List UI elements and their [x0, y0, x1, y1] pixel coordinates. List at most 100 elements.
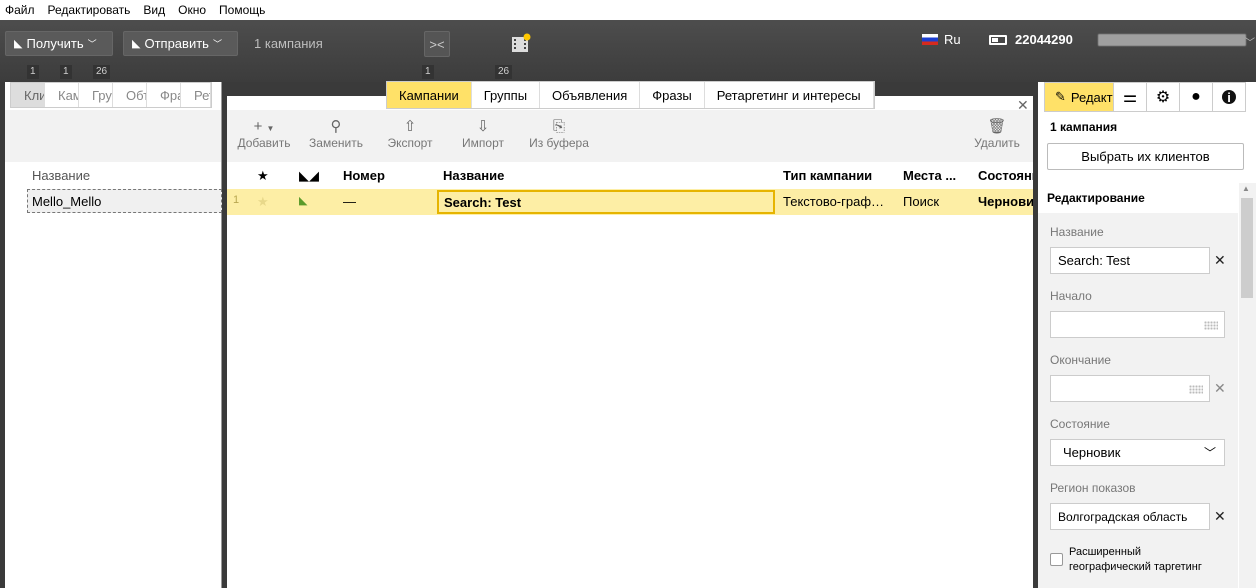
- row-name-cell[interactable]: Search: Test: [437, 190, 775, 214]
- tab-clients[interactable]: Клиенты: [11, 83, 45, 107]
- tab-groups[interactable]: Группы: [79, 83, 113, 107]
- column-number[interactable]: Номер: [343, 168, 385, 183]
- left-tabs: Клиенты Кампании Группы Объявления Фразы…: [10, 82, 212, 108]
- export-icon: ⇧: [403, 118, 417, 135]
- language-label: Ru: [944, 32, 961, 47]
- name-input[interactable]: Search: Test: [1050, 247, 1210, 274]
- import-button[interactable]: ⇩ Импорт: [459, 118, 507, 150]
- top-toolbar: ◣ Получить ﹀ ◣ Отправить ﹀ 1 кампания ><…: [0, 20, 1256, 82]
- chevron-down-icon: ﹀: [1203, 446, 1216, 460]
- delete-button[interactable]: 🗑 Удалить: [972, 118, 1022, 150]
- chevron-down-icon: ﹀: [1245, 38, 1255, 49]
- column-state[interactable]: Состояние: [978, 168, 1033, 183]
- end-date-input[interactable]: [1050, 375, 1210, 402]
- tab-filters[interactable]: ⚌: [1113, 82, 1147, 112]
- star-column-icon[interactable]: ★: [257, 168, 269, 184]
- clear-end-date-icon[interactable]: ✕: [1214, 380, 1226, 397]
- client-row[interactable]: Mello_Mello: [27, 189, 222, 213]
- counter-main-groups: 26: [495, 65, 513, 79]
- add-button[interactable]: + ▼ Добавить: [236, 118, 292, 150]
- tab-campaigns[interactable]: Кампании: [45, 83, 79, 107]
- pencil-icon: ✎: [1055, 89, 1066, 104]
- tab-main-ads[interactable]: Объявления: [540, 82, 641, 108]
- region-input[interactable]: Волгоградская область: [1050, 503, 1210, 530]
- tab-main-phrases[interactable]: Фразы: [640, 82, 705, 108]
- import-label: Импорт: [462, 136, 504, 150]
- tab-ads[interactable]: Объявления: [113, 83, 147, 107]
- menu-view[interactable]: Вид: [143, 3, 165, 17]
- get-button-label: Получить: [26, 36, 84, 51]
- row-index: 1: [233, 194, 240, 206]
- account-id: 22044290: [1015, 32, 1073, 47]
- row-state: Черновик: [978, 194, 1033, 209]
- counter-main-campaigns: 1: [422, 65, 434, 79]
- column-type[interactable]: Тип кампании: [783, 168, 872, 183]
- menu-help[interactable]: Помощь: [219, 3, 265, 17]
- state-select[interactable]: Черновик ﹀: [1050, 439, 1225, 466]
- scrollbar-thumb[interactable]: [1241, 198, 1253, 298]
- clear-region-icon[interactable]: ✕: [1214, 508, 1226, 525]
- send-button[interactable]: ◣ Отправить ﹀: [123, 31, 238, 56]
- account-balance[interactable]: 22044290: [989, 32, 1073, 47]
- menu-window[interactable]: Окно: [178, 3, 206, 17]
- clear-name-icon[interactable]: ✕: [1214, 252, 1226, 269]
- sync-status-icon: ◣: [299, 195, 308, 207]
- edit-section-title: Редактирование: [1038, 183, 1238, 213]
- scroll-up-icon[interactable]: ▲: [1242, 184, 1250, 193]
- tab-edit[interactable]: ✎ Редактирование: [1044, 82, 1114, 112]
- favorite-star-icon[interactable]: ★: [257, 194, 269, 210]
- geo-targeting-checkbox[interactable]: [1050, 553, 1063, 566]
- film-notification-icon[interactable]: [510, 33, 532, 55]
- main-tabs: Кампании Группы Объявления Фразы Ретарге…: [386, 81, 875, 109]
- menu-file[interactable]: Файл: [5, 3, 35, 17]
- counter-clients: 1: [27, 65, 39, 79]
- collapse-panels-button[interactable]: ><: [424, 31, 450, 57]
- start-date-input[interactable]: [1050, 311, 1225, 338]
- tab-phrases[interactable]: Фразы: [147, 83, 181, 107]
- state-select-value: Черновик: [1063, 445, 1121, 460]
- left-column-header-name[interactable]: Название: [32, 168, 90, 183]
- paste-from-buffer-button[interactable]: ⎘ Из буфера: [527, 118, 591, 150]
- battery-icon: [989, 34, 1007, 45]
- tab-settings[interactable]: ⚙: [1146, 82, 1180, 112]
- user-login-redacted[interactable]: [1098, 34, 1246, 46]
- table-row[interactable]: 1 ★ ◣ — Search: Test Текстово-графически…: [227, 189, 1033, 215]
- calendar-icon[interactable]: [1204, 321, 1218, 330]
- tab-main-groups[interactable]: Группы: [472, 82, 541, 108]
- selected-campaign-count: 1 кампания: [1050, 120, 1118, 134]
- add-label: Добавить: [237, 136, 291, 150]
- get-button[interactable]: ◣ Получить ﹀: [5, 31, 113, 56]
- trash-icon: 🗑: [987, 118, 1007, 135]
- tab-edit-label: Редактирование: [1070, 89, 1113, 105]
- row-type: Текстово-графические: [783, 194, 891, 209]
- menu-edit[interactable]: Редактировать: [48, 3, 131, 17]
- export-button[interactable]: ⇧ Экспорт: [384, 118, 436, 150]
- tab-retargeting[interactable]: Ретаргетинг: [181, 83, 211, 107]
- tab-main-retargeting[interactable]: Ретаргетинг и интересы: [705, 82, 874, 108]
- counter-groups: 26: [93, 65, 111, 79]
- sync-column-icon[interactable]: ◣◢: [299, 168, 319, 184]
- region-label: Регион показов: [1050, 481, 1136, 495]
- tab-main-campaigns[interactable]: Кампании: [387, 82, 472, 108]
- right-tabs: ✎ Редактирование ⚌ ⚙ ● i: [1044, 82, 1246, 112]
- choose-clients-button[interactable]: Выбрать их клиентов: [1047, 143, 1244, 170]
- counter-campaigns: 1: [60, 65, 72, 79]
- import-icon: ⇩: [476, 118, 490, 135]
- row-number: —: [343, 194, 356, 209]
- column-places[interactable]: Места ...: [903, 168, 956, 183]
- magnifier-icon: ⚲: [330, 118, 342, 135]
- plus-icon: + ▼: [253, 118, 275, 135]
- info-icon: i: [1222, 90, 1236, 105]
- tab-comments[interactable]: ●: [1179, 82, 1213, 112]
- calendar-icon[interactable]: [1189, 385, 1203, 394]
- export-label: Экспорт: [387, 136, 433, 150]
- column-name[interactable]: Название: [443, 168, 504, 183]
- from-buffer-label: Из буфера: [529, 136, 589, 150]
- tab-info[interactable]: i: [1212, 82, 1246, 112]
- replace-label: Заменить: [309, 136, 363, 150]
- replace-button[interactable]: ⚲ Заменить: [308, 118, 364, 150]
- send-button-label: Отправить: [144, 36, 209, 51]
- main-toolbar: + ▼ Добавить ⚲ Заменить ⇧ Экспорт ⇩ Импо…: [227, 110, 1033, 162]
- delete-label: Удалить: [974, 136, 1020, 150]
- language-selector[interactable]: Ru: [922, 32, 961, 47]
